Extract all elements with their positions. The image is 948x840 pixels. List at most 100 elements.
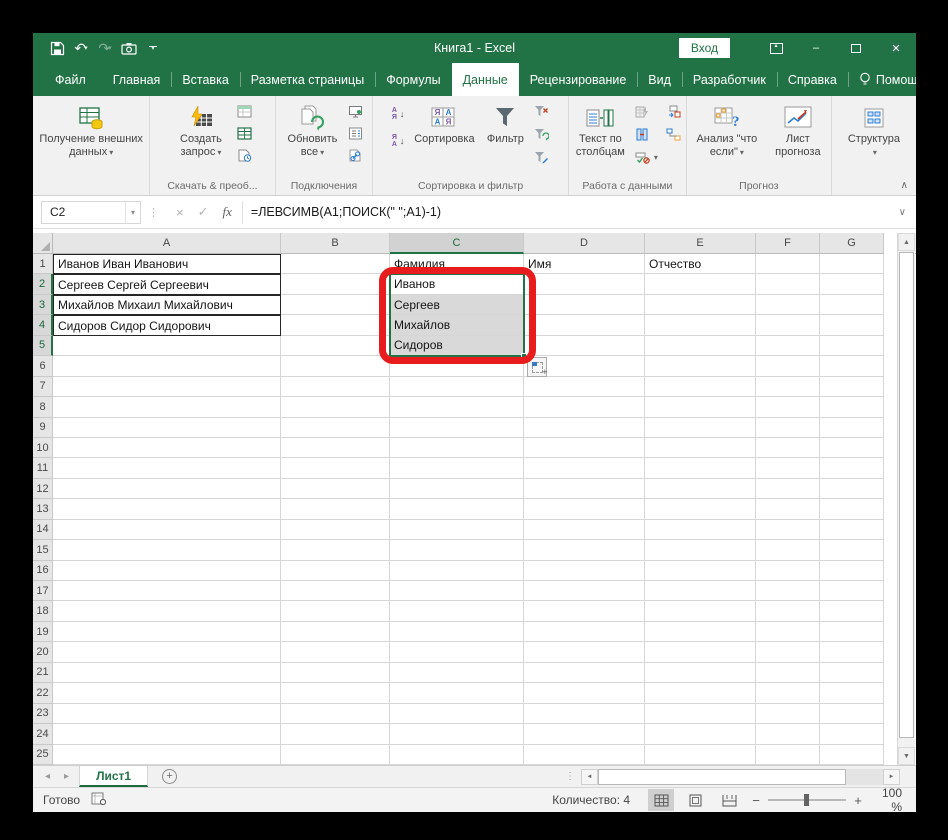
text-to-columns-button[interactable]: Текст по столбцам — [571, 100, 630, 159]
cell-A7[interactable] — [53, 377, 281, 397]
cell-G10[interactable] — [820, 438, 884, 458]
scroll-up-icon[interactable]: ▲ — [898, 233, 915, 251]
cell-G16[interactable] — [820, 561, 884, 581]
cell-G17[interactable] — [820, 581, 884, 601]
cell-E1[interactable]: Отчество — [645, 254, 756, 274]
cell-A11[interactable] — [53, 458, 281, 478]
cell-C6[interactable] — [390, 356, 524, 376]
cell-E3[interactable] — [645, 295, 756, 315]
row-header-3[interactable]: 3 — [33, 295, 53, 315]
cell-D20[interactable] — [524, 642, 645, 662]
cell-F6[interactable] — [756, 356, 820, 376]
connections-icon[interactable] — [345, 102, 366, 121]
cell-A22[interactable] — [53, 683, 281, 703]
cell-E7[interactable] — [645, 377, 756, 397]
insert-function-icon[interactable]: fx — [223, 204, 232, 220]
cell-E17[interactable] — [645, 581, 756, 601]
row-header-18[interactable]: 18 — [33, 601, 53, 621]
zoom-slider-thumb[interactable] — [804, 794, 809, 806]
cell-B22[interactable] — [281, 683, 390, 703]
cell-C2-active[interactable]: Иванов — [390, 274, 524, 294]
cell-G8[interactable] — [820, 397, 884, 417]
cell-C25[interactable] — [390, 745, 524, 765]
cell-F18[interactable] — [756, 601, 820, 621]
cell-E15[interactable] — [645, 540, 756, 560]
save-icon[interactable] — [47, 37, 67, 59]
sheet-nav-right-icon[interactable]: ▸ — [64, 771, 69, 782]
cell-F5[interactable] — [756, 336, 820, 356]
cell-D11[interactable] — [524, 458, 645, 478]
cell-G18[interactable] — [820, 601, 884, 621]
cell-F25[interactable] — [756, 745, 820, 765]
cell-E22[interactable] — [645, 683, 756, 703]
zoom-level[interactable]: 100 % — [868, 786, 916, 812]
what-if-button[interactable]: ? Анализ "что если"▾ — [689, 100, 765, 159]
collapse-ribbon-icon[interactable]: ∧ — [901, 180, 908, 191]
cell-D23[interactable] — [524, 704, 645, 724]
cell-E10[interactable] — [645, 438, 756, 458]
cell-C10[interactable] — [390, 438, 524, 458]
cell-C21[interactable] — [390, 663, 524, 683]
cell-B18[interactable] — [281, 601, 390, 621]
cell-G24[interactable] — [820, 724, 884, 744]
record-macro-icon[interactable] — [91, 792, 106, 808]
cell-E4[interactable] — [645, 315, 756, 335]
horizontal-scroll-thumb[interactable] — [598, 769, 846, 785]
cell-D14[interactable] — [524, 520, 645, 540]
cell-F13[interactable] — [756, 499, 820, 519]
sheet-nav-left-icon[interactable]: ◂ — [45, 771, 50, 782]
cell-C12[interactable] — [390, 479, 524, 499]
cell-G6[interactable] — [820, 356, 884, 376]
cell-C17[interactable] — [390, 581, 524, 601]
cell-E21[interactable] — [645, 663, 756, 683]
row-header-2[interactable]: 2 — [33, 274, 53, 294]
cell-E14[interactable] — [645, 520, 756, 540]
cell-D7[interactable] — [524, 377, 645, 397]
cell-E5[interactable] — [645, 336, 756, 356]
cell-G14[interactable] — [820, 520, 884, 540]
row-header-12[interactable]: 12 — [33, 479, 53, 499]
refresh-all-button[interactable]: Обновить все▾ — [281, 100, 343, 159]
cell-F9[interactable] — [756, 418, 820, 438]
tell-me-assistant[interactable]: Помощн — [848, 63, 916, 96]
cell-E12[interactable] — [645, 479, 756, 499]
outline-button[interactable]: Структура▾ — [839, 100, 909, 159]
cell-A21[interactable] — [53, 663, 281, 683]
cell-F23[interactable] — [756, 704, 820, 724]
cell-G3[interactable] — [820, 295, 884, 315]
scroll-left-icon[interactable]: ◄ — [581, 769, 598, 785]
reapply-filter-icon[interactable] — [531, 125, 552, 144]
cell-A13[interactable] — [53, 499, 281, 519]
cell-F12[interactable] — [756, 479, 820, 499]
sort-descending-icon[interactable]: ЯА↓ — [389, 131, 408, 150]
cell-C22[interactable] — [390, 683, 524, 703]
row-header-1[interactable]: 1 — [33, 254, 53, 274]
new-query-button[interactable]: Создать запрос▾ — [170, 100, 232, 159]
row-header-6[interactable]: 6 — [33, 356, 53, 376]
sort-button[interactable]: ЯААЯ Сортировка — [409, 100, 479, 146]
row-header-14[interactable]: 14 — [33, 520, 53, 540]
scroll-down-icon[interactable]: ▼ — [898, 747, 915, 765]
horizontal-scrollbar[interactable]: ◄ ► — [581, 766, 900, 787]
cell-C13[interactable] — [390, 499, 524, 519]
from-table-icon[interactable] — [234, 124, 255, 143]
cell-B25[interactable] — [281, 745, 390, 765]
cell-F3[interactable] — [756, 295, 820, 315]
cell-A5[interactable] — [53, 336, 281, 356]
maximize-button[interactable] — [836, 33, 876, 63]
cell-F8[interactable] — [756, 397, 820, 417]
cell-D16[interactable] — [524, 561, 645, 581]
name-box-caret-icon[interactable]: ▾ — [125, 202, 140, 223]
cell-C4[interactable]: Михайлов — [390, 315, 524, 335]
cell-C11[interactable] — [390, 458, 524, 478]
cell-G21[interactable] — [820, 663, 884, 683]
cell-F21[interactable] — [756, 663, 820, 683]
row-header-19[interactable]: 19 — [33, 622, 53, 642]
consolidate-icon[interactable] — [663, 102, 684, 121]
add-sheet-icon[interactable]: + — [162, 769, 177, 784]
undo-icon[interactable]: ↶▾ — [71, 37, 91, 59]
row-header-21[interactable]: 21 — [33, 663, 53, 683]
autofill-options-button[interactable]: + — [527, 357, 547, 377]
cell-B24[interactable] — [281, 724, 390, 744]
enter-icon[interactable]: ✓ — [198, 204, 209, 220]
